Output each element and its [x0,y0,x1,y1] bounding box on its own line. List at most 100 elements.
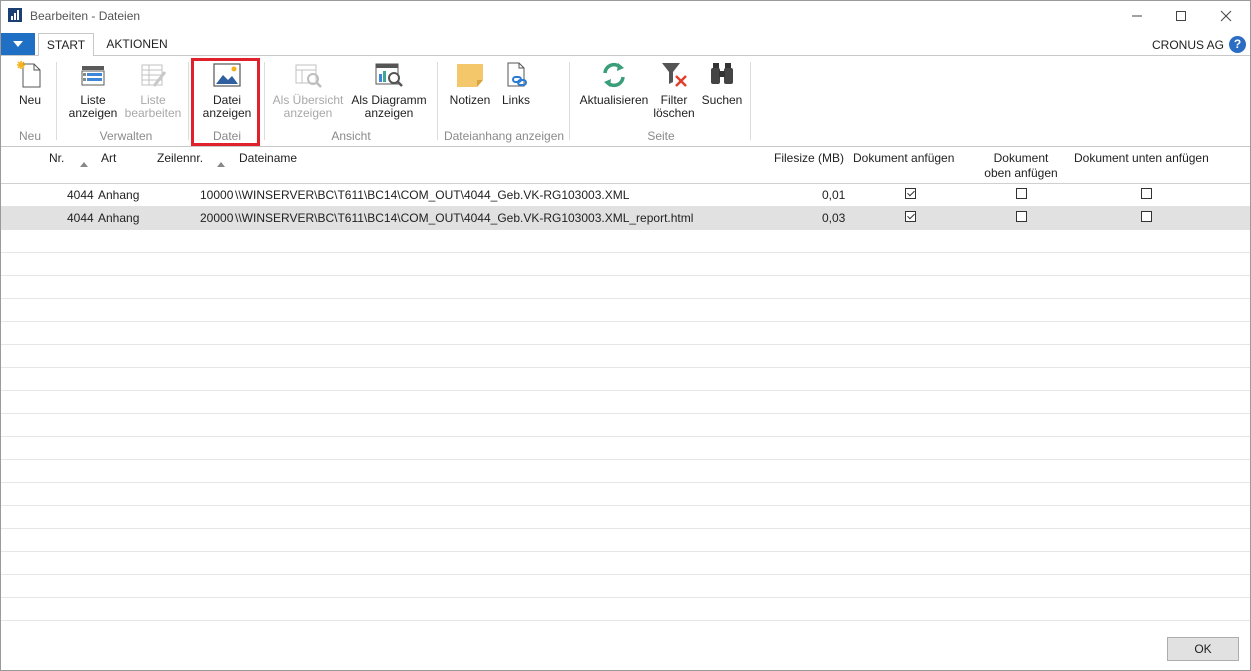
cell-dateiname: \\WINSERVER\BC\T611\BC14\COM_OUT\4044_Ge… [235,188,630,202]
col-header-dokument-anfuegen[interactable]: Dokument anfügen [853,151,954,166]
neu-button[interactable]: Neu [11,60,49,107]
app-logo-icon [8,8,22,22]
empty-row [1,598,1250,621]
cell-nr: 4044 [67,188,94,202]
cell-art: Anhang [98,188,140,202]
liste-bearbeiten-label-2: bearbeiten [124,106,182,120]
aktualisieren-label: Aktualisieren [579,93,649,107]
col-header-zeilennr[interactable]: Zeilennr. [157,151,203,166]
cell-zeilennr: 10000 [200,188,234,202]
suchen-button[interactable]: Suchen [699,60,745,107]
checkbox-dokument-oben[interactable] [1016,188,1027,199]
title-bar: Bearbeiten - Dateien [1,1,1250,31]
table-row[interactable]: 4044 Anhang 20000 \\WINSERVER\BC\T611\BC… [1,207,1250,230]
link-document-icon [501,60,531,90]
group-neu-label: Neu [18,129,41,143]
ok-button[interactable]: OK [1167,637,1239,661]
window-title: Bearbeiten - Dateien [30,9,141,23]
suchen-label: Suchen [701,93,743,107]
checkbox-dokument-unten[interactable] [1141,188,1152,199]
overview-icon [293,60,323,90]
table-row[interactable]: 4044 Anhang 10000 \\WINSERVER\BC\T611\BC… [1,184,1250,207]
empty-row [1,230,1250,253]
close-icon[interactable] [1203,1,1249,31]
empty-row [1,299,1250,322]
als-uebersicht-anzeigen-button[interactable]: Als Übersicht anzeigen [271,60,345,120]
ribbon-separator [188,62,189,140]
empty-row [1,529,1250,552]
liste-bearbeiten-button[interactable]: Liste bearbeiten [123,60,183,120]
empty-row [1,276,1250,299]
cell-art: Anhang [98,211,140,225]
notizen-button[interactable]: Notizen [447,60,493,107]
empty-row [1,460,1250,483]
empty-row [1,253,1250,276]
als-diagramm-label-2: anzeigen [364,106,414,120]
empty-row [1,552,1250,575]
ribbon-tab-row: START AKTIONEN CRONUS AG ? [1,31,1250,57]
sort-asc-icon [217,162,225,167]
col-header-dateiname[interactable]: Dateiname [239,151,297,166]
ribbon-separator [56,62,57,140]
empty-row [1,414,1250,437]
links-label: Links [501,93,530,107]
filter-loeschen-button[interactable]: Filter löschen [653,60,695,120]
empty-row [1,437,1250,460]
new-document-icon [15,60,45,90]
grid-header: Nr. Art Zeilennr. Dateiname Filesize (MB… [1,147,1250,184]
minimize-icon[interactable] [1114,1,1160,31]
als-diagramm-anzeigen-button[interactable]: Als Diagramm anzeigen [350,60,428,120]
application-menu-button[interactable] [1,33,35,55]
dialog-window: Bearbeiten - Dateien START AKTIONEN CRON… [0,0,1251,671]
dropdown-arrow-icon [13,41,23,47]
col-header-nr[interactable]: Nr. [49,151,64,166]
checkbox-dokument-unten[interactable] [1141,211,1152,222]
liste-anzeigen-label-2: anzeigen [68,106,118,120]
links-button[interactable]: Links [498,60,534,107]
ribbon-separator [264,62,265,140]
chart-view-icon [374,60,404,90]
company-name: CRONUS AG [1151,38,1224,52]
refresh-icon [599,60,629,90]
empty-row [1,575,1250,598]
checkbox-dokument-oben[interactable] [1016,211,1027,222]
tab-start[interactable]: START [38,33,94,57]
group-verwalten-label: Verwalten [99,129,153,143]
cell-filesize: 0,01 [822,188,846,202]
list-view-icon [78,60,108,90]
ribbon-separator [569,62,570,140]
group-seite-label: Seite [647,129,675,143]
notizen-label: Notizen [449,93,491,107]
als-uebersicht-label-2: anzeigen [283,106,333,120]
aktualisieren-button[interactable]: Aktualisieren [578,60,650,107]
checkbox-dokument-anfuegen[interactable] [905,211,916,222]
col-header-dokument-unten[interactable]: Dokument unten anfügen [1074,151,1209,166]
ribbon: Neu Neu Liste anzeigen Liste bearbeiten … [1,56,1250,147]
sort-asc-icon [80,162,88,167]
col-header-dokument-oben-line1: Dokument [993,151,1049,165]
col-header-filesize[interactable]: Filesize (MB) [774,151,844,166]
col-header-art[interactable]: Art [101,151,116,166]
highlight-box [191,58,260,146]
cell-dateiname: \\WINSERVER\BC\T611\BC14\COM_OUT\4044_Ge… [235,211,694,225]
cell-zeilennr: 20000 [200,211,234,225]
empty-row [1,345,1250,368]
files-grid: Nr. Art Zeilennr. Dateiname Filesize (MB… [1,147,1250,631]
help-icon[interactable]: ? [1229,36,1246,53]
tab-aktionen[interactable]: AKTIONEN [100,33,174,55]
group-dateianhang-label: Dateianhang anzeigen [443,129,565,143]
clear-filter-icon [659,60,689,90]
checkbox-dokument-anfuegen[interactable] [905,188,916,199]
neu-label: Neu [18,93,41,107]
edit-list-icon [138,60,168,90]
col-header-dokument-oben[interactable]: Dokument oben anfügen [965,151,1077,181]
cell-nr: 4044 [67,211,94,225]
col-header-dokument-oben-line2: oben anfügen [984,166,1058,180]
note-icon [455,60,485,90]
empty-row [1,506,1250,529]
binoculars-icon [707,60,737,90]
maximize-icon[interactable] [1158,1,1204,31]
group-ansicht-label: Ansicht [331,129,371,143]
ribbon-separator [437,62,438,140]
liste-anzeigen-button[interactable]: Liste anzeigen [67,60,119,120]
